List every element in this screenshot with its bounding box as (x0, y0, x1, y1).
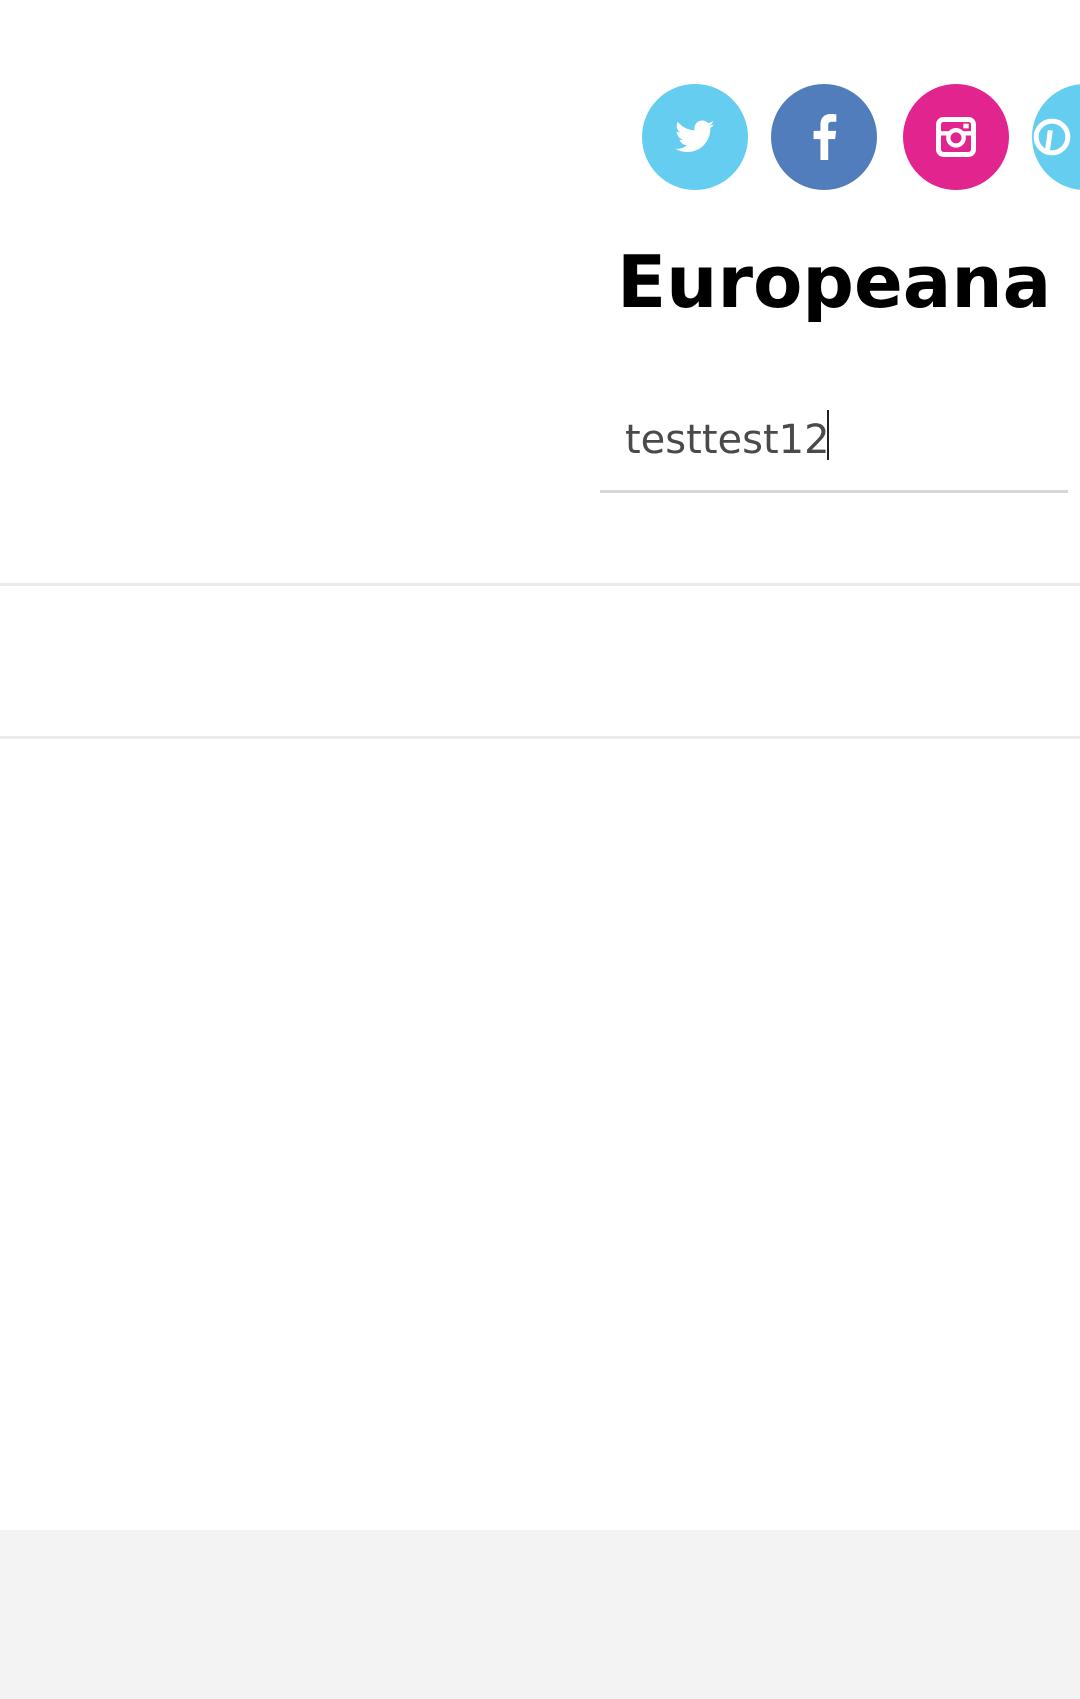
facebook-button[interactable] (771, 84, 877, 190)
pinterest-icon (1032, 117, 1072, 157)
search-field[interactable] (600, 390, 1068, 493)
twitter-icon (675, 120, 715, 154)
page: Europeana Bl (0, 0, 1080, 1530)
instagram-icon (936, 117, 976, 157)
text-caret (827, 410, 829, 460)
footer (0, 1530, 1080, 1699)
page-title: Europeana Bl (617, 240, 1080, 324)
instagram-button[interactable] (903, 84, 1009, 190)
search-input[interactable] (600, 390, 1068, 490)
pinterest-button[interactable] (1032, 84, 1080, 190)
facebook-icon (811, 114, 837, 160)
divider (0, 583, 1080, 586)
twitter-button[interactable] (642, 84, 748, 190)
divider (0, 736, 1080, 739)
